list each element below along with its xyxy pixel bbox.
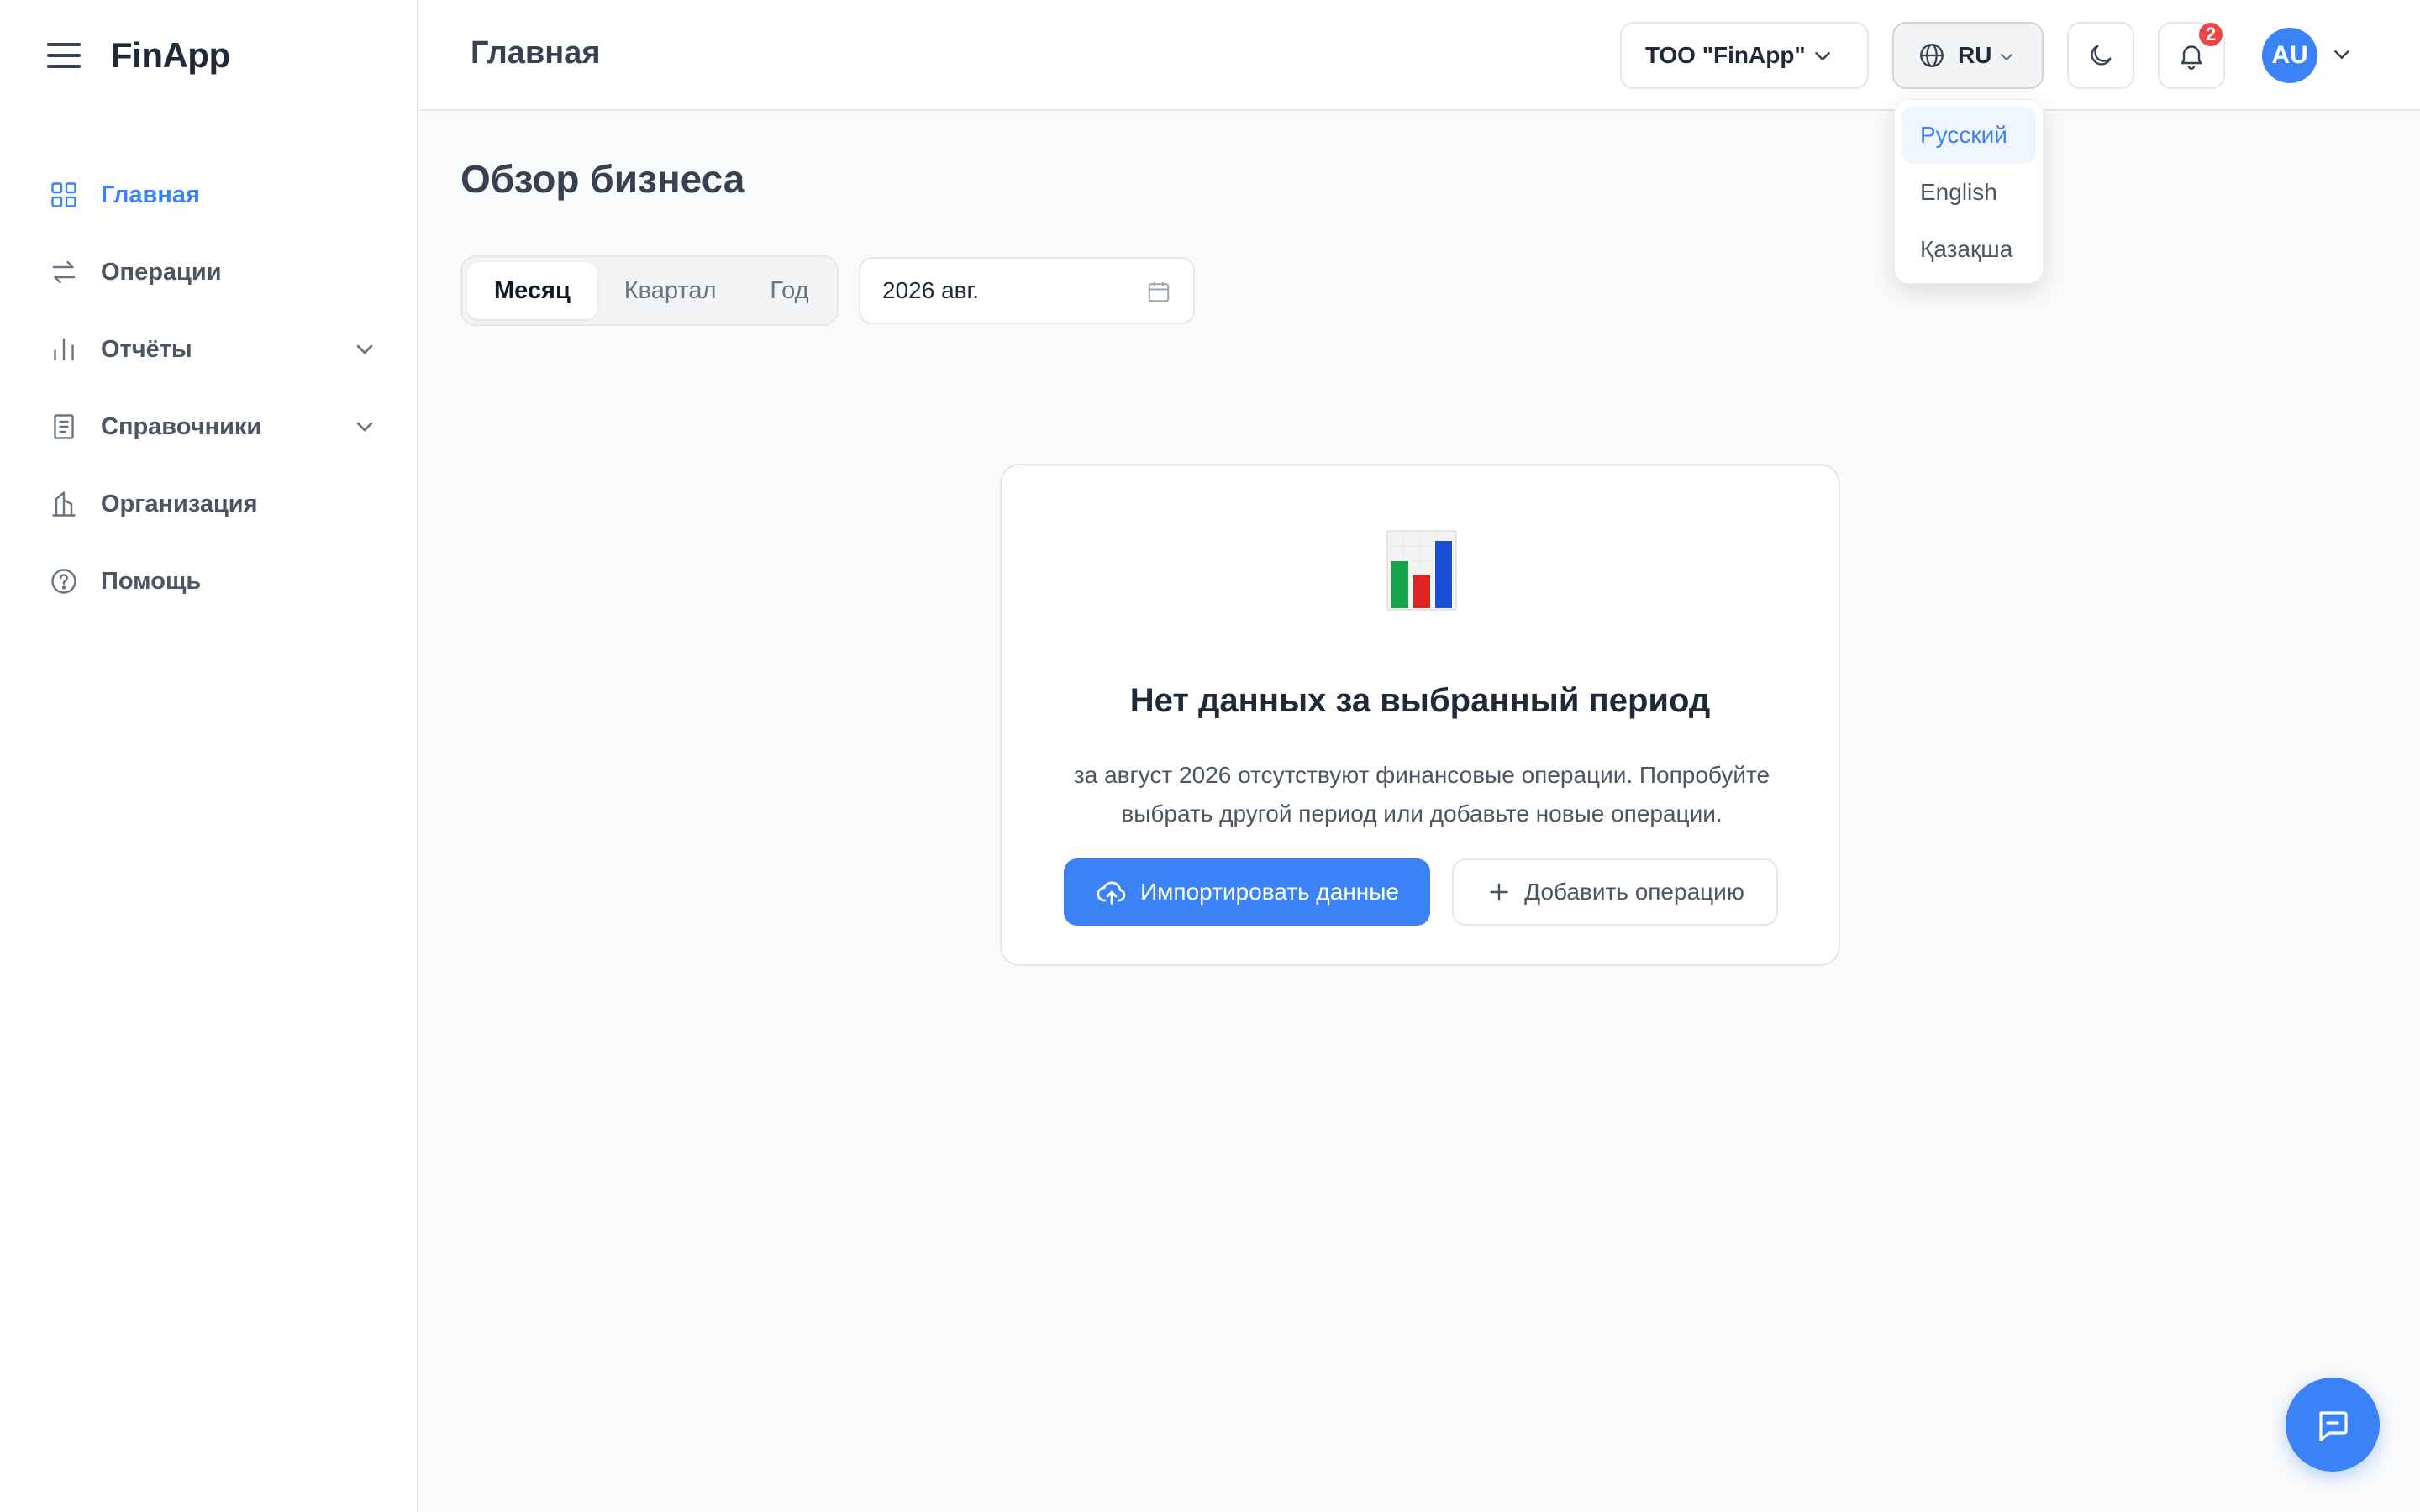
cloud-upload-icon	[1095, 875, 1128, 909]
sidebar-item-label: Справочники	[101, 412, 262, 440]
sidebar-item-label: Отчёты	[101, 335, 192, 363]
plus-icon	[1486, 879, 1512, 906]
language-selector[interactable]: RU	[1892, 22, 2044, 89]
tab-year[interactable]: Год	[743, 262, 835, 319]
help-circle-icon	[47, 564, 81, 598]
bar-chart-emoji-icon	[1386, 529, 1457, 612]
avatar[interactable]: AU	[2262, 28, 2317, 83]
import-data-button[interactable]: Импортировать данные	[1064, 858, 1430, 926]
organization-selector[interactable]: ТОО "FinApp"	[1620, 22, 1869, 89]
language-option-ru[interactable]: Русский	[1902, 107, 2036, 164]
moon-icon	[2086, 41, 2115, 70]
empty-state-title: Нет данных за выбранный период	[1129, 682, 1711, 719]
building-icon	[47, 487, 81, 521]
sidebar-header: FinApp	[47, 35, 230, 76]
empty-state-card: Нет данных за выбранный период за август…	[1000, 464, 1840, 966]
sidebar-item-home[interactable]: Главная	[47, 156, 378, 234]
section-title: Обзор бизнеса	[460, 157, 745, 201]
notifications-button[interactable]: 2	[2158, 20, 2225, 89]
notification-badge: 2	[2196, 20, 2225, 49]
sidebar-item-label: Помощь	[101, 567, 202, 595]
book-icon	[47, 410, 81, 444]
sidebar-item-label: Операции	[101, 258, 222, 286]
top-header: Главная ТОО "FinApp" RU 2 AU	[420, 0, 2420, 111]
grid-icon	[47, 178, 81, 212]
sidebar-nav: Главная Операции Отчёты Справочники Орга…	[47, 156, 378, 620]
language-option-en[interactable]: English	[1902, 164, 2036, 221]
tab-quarter[interactable]: Квартал	[597, 262, 744, 319]
empty-state-description: за август 2026 отсутствуют финансовые оп…	[1073, 762, 1770, 827]
add-operation-button[interactable]: Добавить операцию	[1452, 858, 1778, 926]
chat-button[interactable]	[2286, 1378, 2380, 1472]
add-operation-label: Добавить операцию	[1524, 879, 1744, 905]
theme-toggle-button[interactable]	[2067, 22, 2134, 89]
chevron-down-icon[interactable]	[351, 413, 378, 440]
sidebar-item-reports[interactable]: Отчёты	[47, 311, 378, 388]
calendar-icon	[1146, 279, 1171, 304]
date-value: 2026 авг.	[882, 277, 980, 303]
sidebar-item-references[interactable]: Справочники	[47, 388, 378, 465]
period-tabs: Месяц Квартал Год	[460, 255, 839, 326]
language-option-kk[interactable]: Қазақша	[1902, 221, 2036, 278]
organization-name: ТОО "FinApp"	[1645, 42, 1806, 68]
language-dropdown: Русский English Қазақша	[1894, 99, 2044, 284]
chat-bubble-icon	[2312, 1404, 2353, 1445]
sidebar-item-organization[interactable]: Организация	[47, 465, 378, 543]
sidebar-item-label: Организация	[101, 490, 258, 517]
menu-icon[interactable]	[47, 43, 81, 68]
chevron-down-icon[interactable]	[351, 336, 378, 363]
language-code: RU	[1958, 42, 1992, 68]
sidebar-item-help[interactable]: Помощь	[47, 543, 378, 620]
bar-chart-icon	[47, 333, 81, 366]
app-logo: FinApp	[111, 35, 230, 75]
chevron-down-icon[interactable]	[2329, 42, 2354, 67]
sidebar-item-operations[interactable]: Операции	[47, 234, 378, 311]
chevron-down-icon	[1810, 44, 1835, 69]
tab-month[interactable]: Месяц	[467, 262, 597, 319]
sidebar: FinApp Главная Операции Отчёты Справочни…	[0, 0, 418, 1512]
import-data-label: Импортировать данные	[1140, 879, 1399, 905]
date-picker[interactable]: 2026 авг.	[859, 257, 1195, 324]
transfer-arrows-icon	[47, 255, 81, 289]
page-title: Главная	[471, 35, 601, 71]
globe-icon	[1918, 41, 1946, 70]
sidebar-item-label: Главная	[101, 181, 200, 208]
chevron-down-icon	[1996, 47, 2017, 67]
